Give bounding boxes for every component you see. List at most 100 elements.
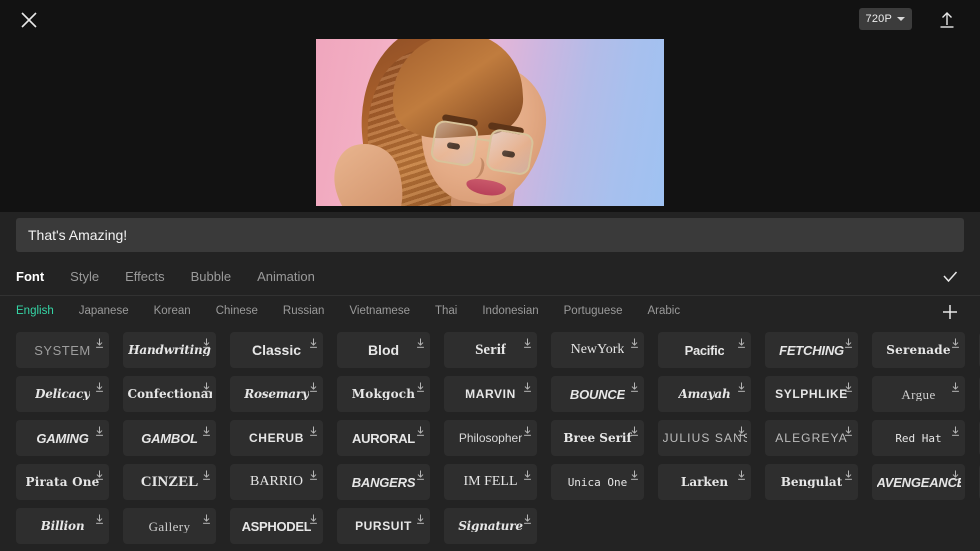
font-cell[interactable]: BOUNCE	[551, 376, 644, 412]
tab-animation[interactable]: Animation	[257, 270, 315, 283]
font-download-button[interactable]	[416, 423, 425, 436]
font-download-button[interactable]	[523, 379, 532, 392]
font-cell[interactable]: Red Hat	[872, 420, 965, 456]
tab-effects[interactable]: Effects	[125, 270, 165, 283]
font-download-button[interactable]	[737, 467, 746, 480]
font-cell[interactable]: Mokgoch	[337, 376, 430, 412]
font-cell[interactable]: BANGERS	[337, 464, 430, 500]
font-download-button[interactable]	[844, 467, 853, 480]
font-cell[interactable]: Pacific	[658, 332, 751, 368]
resolution-selector[interactable]: 720P	[858, 8, 912, 30]
font-download-button[interactable]	[523, 511, 532, 524]
font-download-button[interactable]	[844, 335, 853, 348]
font-cell[interactable]: Amayah	[658, 376, 751, 412]
font-download-button[interactable]	[309, 335, 318, 348]
font-cell[interactable]: PURSUIT	[337, 508, 430, 544]
language-japanese[interactable]: Japanese	[79, 306, 129, 318]
font-download-button[interactable]	[737, 379, 746, 392]
font-grid[interactable]: SYSTEM Handwriting Classic Blod Serif NewYork…	[0, 328, 980, 551]
font-download-button[interactable]	[202, 379, 211, 392]
font-download-button[interactable]	[951, 335, 960, 348]
font-download-button[interactable]	[737, 335, 746, 348]
font-cell[interactable]: NewYork	[551, 332, 644, 368]
font-cell[interactable]: Serenade	[872, 332, 965, 368]
font-cell[interactable]: MARVIN	[444, 376, 537, 412]
font-cell[interactable]: ALEGREYA	[765, 420, 858, 456]
font-download-button[interactable]	[202, 511, 211, 524]
video-preview[interactable]	[316, 39, 664, 206]
font-cell[interactable]: JULIUS SANS	[658, 420, 751, 456]
language-indonesian[interactable]: Indonesian	[482, 306, 538, 318]
font-cell[interactable]: BARRIO	[230, 464, 323, 500]
font-download-button[interactable]	[95, 379, 104, 392]
font-cell[interactable]: AURORAL	[337, 420, 430, 456]
font-cell[interactable]: AVENGEANCE	[872, 464, 965, 500]
caption-text-input[interactable]	[16, 218, 964, 252]
font-download-button[interactable]	[202, 335, 211, 348]
language-arabic[interactable]: Arabic	[647, 306, 680, 318]
font-download-button[interactable]	[951, 467, 960, 480]
font-download-button[interactable]	[951, 423, 960, 436]
font-download-button[interactable]	[95, 511, 104, 524]
font-cell[interactable]: GAMING	[16, 420, 109, 456]
language-thai[interactable]: Thai	[435, 306, 457, 318]
font-cell[interactable]: Handwriting	[123, 332, 216, 368]
font-cell[interactable]: CINZEL	[123, 464, 216, 500]
font-cell[interactable]: Blod	[337, 332, 430, 368]
tab-bubble[interactable]: Bubble	[191, 270, 231, 283]
font-download-button[interactable]	[523, 423, 532, 436]
font-download-button[interactable]	[523, 335, 532, 348]
font-cell[interactable]: FETCHING	[765, 332, 858, 368]
font-download-button[interactable]	[202, 467, 211, 480]
font-download-button[interactable]	[309, 379, 318, 392]
font-download-button[interactable]	[95, 423, 104, 436]
language-russian[interactable]: Russian	[283, 306, 325, 318]
font-cell[interactable]: Philosopher	[444, 420, 537, 456]
confirm-button[interactable]	[938, 265, 962, 289]
font-download-button[interactable]	[416, 379, 425, 392]
font-download-button[interactable]	[416, 467, 425, 480]
font-cell[interactable]: Larken	[658, 464, 751, 500]
font-download-button[interactable]	[844, 379, 853, 392]
font-cell[interactable]: SYLPHLIKE	[765, 376, 858, 412]
font-cell[interactable]: IM FELL	[444, 464, 537, 500]
font-cell[interactable]: CHERUB	[230, 420, 323, 456]
language-english[interactable]: English	[16, 306, 54, 318]
font-download-button[interactable]	[630, 379, 639, 392]
font-cell[interactable]: SYSTEM	[16, 332, 109, 368]
language-korean[interactable]: Korean	[154, 306, 191, 318]
font-cell[interactable]: Rosemary	[230, 376, 323, 412]
close-button[interactable]	[16, 7, 42, 33]
font-download-button[interactable]	[309, 423, 318, 436]
language-portuguese[interactable]: Portuguese	[564, 306, 623, 318]
font-cell[interactable]: Unica One	[551, 464, 644, 500]
font-download-button[interactable]	[416, 511, 425, 524]
font-download-button[interactable]	[630, 423, 639, 436]
font-cell[interactable]: Delicacy	[16, 376, 109, 412]
font-download-button[interactable]	[416, 335, 425, 348]
font-download-button[interactable]	[844, 423, 853, 436]
tab-style[interactable]: Style	[70, 270, 99, 283]
font-cell[interactable]: Bengulat	[765, 464, 858, 500]
font-cell[interactable]: ASPHODEL	[230, 508, 323, 544]
language-chinese[interactable]: Chinese	[216, 306, 258, 318]
add-font-button[interactable]	[938, 300, 962, 324]
language-vietnamese[interactable]: Vietnamese	[349, 306, 410, 318]
font-download-button[interactable]	[309, 467, 318, 480]
font-cell[interactable]: Signature	[444, 508, 537, 544]
font-cell[interactable]: Pirata One	[16, 464, 109, 500]
font-cell[interactable]: Bree Serif	[551, 420, 644, 456]
font-cell[interactable]: Argue	[872, 376, 965, 412]
font-cell[interactable]: Gallery	[123, 508, 216, 544]
font-download-button[interactable]	[737, 423, 746, 436]
font-cell[interactable]: Classic	[230, 332, 323, 368]
font-download-button[interactable]	[95, 335, 104, 348]
export-button[interactable]	[936, 9, 958, 31]
font-cell[interactable]: GAMBOL	[123, 420, 216, 456]
font-cell[interactable]: Billion	[16, 508, 109, 544]
font-download-button[interactable]	[523, 467, 532, 480]
font-download-button[interactable]	[95, 467, 104, 480]
font-download-button[interactable]	[202, 423, 211, 436]
font-download-button[interactable]	[630, 335, 639, 348]
font-download-button[interactable]	[630, 467, 639, 480]
